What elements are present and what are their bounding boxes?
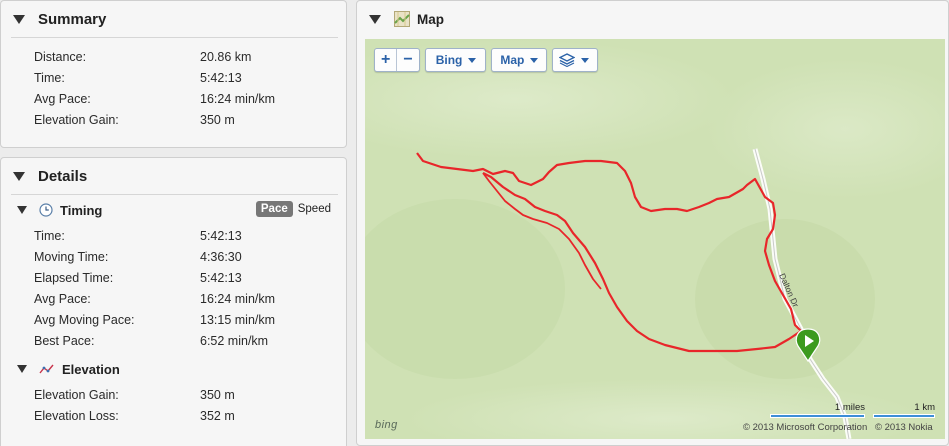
timing-row: Moving Time: 4:36:30: [34, 249, 242, 264]
collapse-triangle-icon[interactable]: [13, 171, 25, 181]
map-icon: [394, 11, 410, 27]
timing-row: Avg Moving Pace: 13:15 min/km: [34, 312, 276, 327]
elevation-chart-icon: [39, 364, 54, 374]
elevation-row: Elevation Gain: 350 m: [34, 387, 235, 402]
layers-dropdown[interactable]: [552, 48, 599, 72]
summary-row-elevation-gain: Elevation Gain: 350 m: [34, 112, 235, 127]
summary-row-distance: Distance: 20.86 km: [34, 49, 252, 64]
summary-row-time: Time: 5:42:13: [34, 70, 242, 85]
pace-speed-toggle[interactable]: Pace Speed: [255, 201, 336, 217]
map-title: Map: [417, 11, 444, 27]
scale-km: 1 km: [873, 402, 935, 418]
timing-row: Best Pace: 6:52 min/km: [34, 333, 269, 348]
map-header[interactable]: Map: [357, 1, 948, 37]
collapse-triangle-icon[interactable]: [369, 14, 381, 24]
elevation-title: Elevation: [62, 361, 120, 377]
bing-logo: bing: [375, 419, 398, 431]
copyright-microsoft: © 2013 Microsoft Corporation: [743, 422, 868, 433]
timing-row: Elapsed Time: 5:42:13: [34, 270, 242, 285]
collapse-triangle-icon[interactable]: [17, 365, 27, 373]
details-panel: Details Timing Pace Speed Time: 5:42:13 M…: [0, 157, 347, 446]
collapse-triangle-icon[interactable]: [17, 206, 27, 214]
scale-bar: [770, 414, 865, 418]
provider-dropdown[interactable]: Bing: [424, 48, 487, 72]
speed-toggle-button[interactable]: Speed: [293, 201, 336, 217]
scale-km-label: 1 km: [914, 402, 935, 413]
map-type-dropdown[interactable]: Map: [491, 48, 548, 72]
scale-miles-label: 1 miles: [834, 402, 865, 413]
zoom-in-button[interactable]: +: [375, 49, 396, 71]
map-type-label: Map: [500, 53, 525, 67]
details-header[interactable]: Details: [1, 158, 346, 194]
timing-row: Time: 5:42:13: [34, 228, 242, 243]
provider-label: Bing: [435, 53, 463, 67]
timing-title: Timing: [60, 202, 103, 218]
collapse-triangle-icon[interactable]: [13, 14, 25, 24]
chevron-down-icon: [581, 57, 590, 63]
scale-miles: 1 miles: [770, 402, 865, 418]
summary-panel: Summary Distance: 20.86 km Time: 5:42:13 A…: [0, 0, 347, 148]
summary-header[interactable]: Summary: [1, 1, 346, 37]
chevron-down-icon: [530, 57, 539, 63]
zoom-control: + −: [374, 48, 420, 72]
map-controls: + − Bing Map: [374, 48, 599, 72]
elevation-row: Elevation Loss: 352 m: [34, 408, 235, 423]
scale-bar: [873, 414, 935, 418]
details-title: Details: [38, 167, 88, 185]
clock-icon: [39, 203, 53, 217]
elevation-section-header[interactable]: Elevation: [1, 354, 346, 384]
map-canvas[interactable]: Dalton Dr + − Bing Map bing 1 miles 1 km…: [365, 39, 945, 439]
summary-title: Summary: [38, 10, 107, 28]
zoom-out-button[interactable]: −: [396, 49, 418, 71]
chevron-down-icon: [468, 57, 477, 63]
summary-row-avg-pace: Avg Pace: 16:24 min/km: [34, 91, 276, 106]
layers-icon: [559, 53, 576, 67]
pace-toggle-button[interactable]: Pace: [255, 201, 293, 217]
map-panel: Map Dalton Dr + − Bing Map bing 1 miles …: [356, 0, 949, 446]
copyright-nokia: © 2013 Nokia: [875, 422, 933, 433]
timing-row: Avg Pace: 16:24 min/km: [34, 291, 276, 306]
timing-section-header[interactable]: Timing Pace Speed: [1, 195, 346, 225]
map-terrain: Dalton Dr: [365, 39, 945, 439]
